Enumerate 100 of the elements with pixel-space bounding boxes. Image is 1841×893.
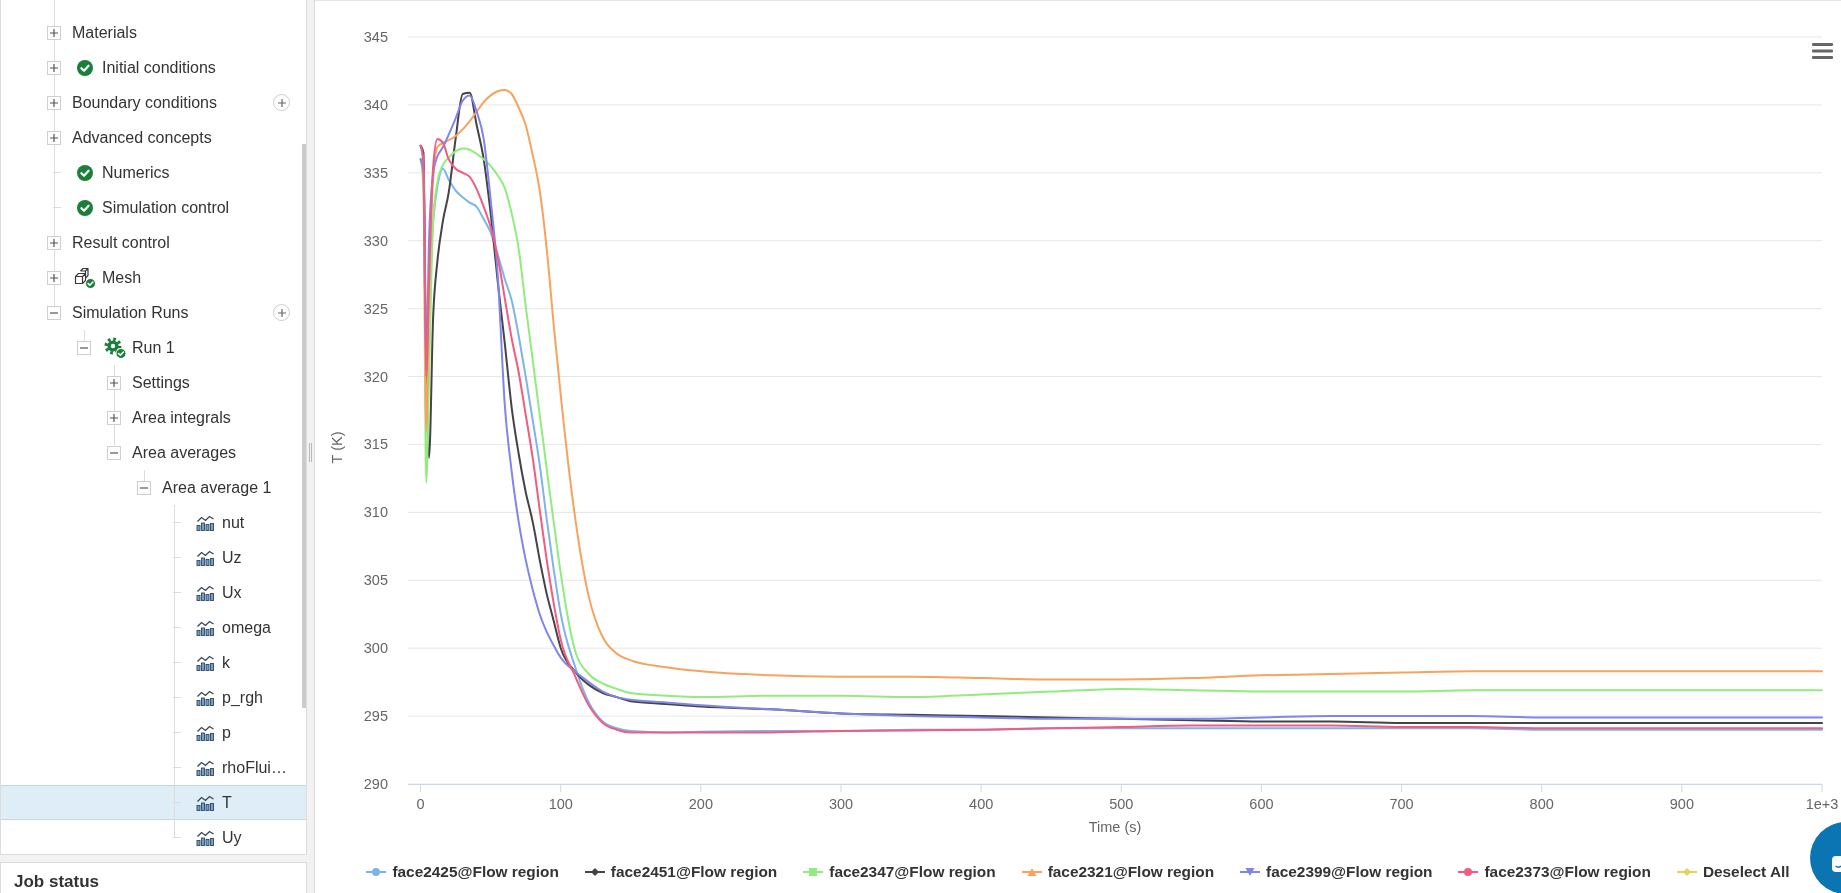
add-button[interactable]: [273, 94, 290, 111]
scrollbar-thumb[interactable]: [302, 144, 306, 708]
minus-icon: [50, 311, 58, 314]
legend-item[interactable]: face2321@Flow region: [1021, 862, 1215, 881]
tree-toggle[interactable]: [107, 445, 121, 460]
chat-icon: [1832, 856, 1841, 872]
tree-item[interactable]: Simulation control: [1, 190, 306, 225]
y-axis-title: T (K): [329, 431, 345, 464]
bar-chart-icon: [195, 689, 215, 706]
tree-item[interactable]: T: [1, 785, 306, 820]
minus-icon: [110, 451, 118, 454]
x-tick-label: 900: [1669, 796, 1694, 812]
legend-item[interactable]: face2399@Flow region: [1240, 862, 1433, 881]
tree-item[interactable]: Area averages: [1, 435, 306, 470]
bar-chart-icon: [195, 759, 215, 776]
tree-item[interactable]: Uy: [1, 820, 306, 854]
plus-icon: [50, 238, 58, 247]
bar-chart-icon: [195, 654, 215, 671]
check-circle-icon: [77, 199, 93, 216]
check-circle-icon: [77, 59, 93, 76]
menu-icon[interactable]: [1812, 43, 1833, 59]
tree-item[interactable]: p_rgh: [1, 680, 306, 715]
y-tick-label: 345: [363, 29, 388, 45]
tree-item[interactable]: Run 1: [1, 330, 306, 365]
tree-item[interactable]: Advanced concepts: [1, 120, 306, 155]
tree-toggle[interactable]: [107, 410, 121, 425]
x-tick-label: 800: [1529, 796, 1554, 812]
x-axis-title: Time (s): [1088, 819, 1142, 835]
add-button[interactable]: [273, 304, 290, 321]
chat-launcher-button[interactable]: [1810, 822, 1841, 893]
check-circle-icon: [77, 164, 93, 181]
panel-title: Job status: [14, 872, 100, 891]
tree-toggle[interactable]: [47, 270, 61, 285]
tree-toggle[interactable]: [107, 375, 121, 390]
y-tick-label: 305: [363, 572, 388, 589]
x-tick-label: 500: [1109, 796, 1134, 812]
legend-item[interactable]: face2347@Flow region: [803, 862, 996, 881]
x-tick-label: 700: [1389, 796, 1414, 812]
tree-item[interactable]: k: [1, 645, 306, 680]
plus-icon: [50, 63, 58, 72]
bar-chart-icon: [195, 829, 215, 846]
x-tick-label: 300: [828, 796, 854, 812]
tree-toggle[interactable]: [47, 25, 61, 40]
tree-toggle[interactable]: [47, 235, 61, 250]
tree-item[interactable]: Result control: [1, 225, 306, 260]
tree-item[interactable]: Area average 1: [1, 470, 306, 505]
diamond-marker-icon: [1676, 866, 1697, 877]
tree-item[interactable]: Settings: [1, 365, 306, 400]
tree-toggle[interactable]: [47, 60, 61, 75]
x-tick-label: 1e+3: [1805, 796, 1839, 812]
legend-item[interactable]: face2425@Flow region: [366, 862, 559, 881]
y-tick-label: 335: [363, 164, 388, 181]
tree-item[interactable]: Materials: [1, 15, 306, 50]
deselect-all-button[interactable]: Deselect All: [1676, 862, 1790, 881]
tree-item[interactable]: p: [1, 715, 306, 750]
y-tick-label: 325: [363, 300, 388, 317]
x-tick-label: 600: [1249, 796, 1274, 812]
tree-toggle[interactable]: [47, 130, 61, 145]
plus-icon: [277, 98, 286, 107]
plus-icon: [50, 28, 58, 37]
gear-icon: [103, 336, 127, 359]
plus-icon: [110, 413, 118, 422]
cubes-icon: [74, 266, 96, 289]
tree-item[interactable]: Boundary conditions: [1, 85, 306, 120]
legend-item[interactable]: face2451@Flow region: [584, 862, 778, 881]
tree-item[interactable]: Uz: [1, 540, 306, 575]
plus-icon: [110, 378, 118, 387]
x-tick-label: 100: [548, 796, 573, 812]
x-tick-label: 0: [416, 796, 425, 812]
tree-item[interactable]: nut: [1, 505, 306, 540]
tree-item[interactable]: Initial conditions: [1, 50, 306, 85]
tree-item[interactable]: Area integrals: [1, 400, 306, 435]
y-tick-label: 330: [363, 232, 388, 249]
bar-chart-icon: [195, 514, 215, 531]
y-tick-label: 300: [363, 640, 388, 657]
tree-item[interactable]: omega: [1, 610, 306, 645]
tree-toggle[interactable]: [47, 95, 61, 110]
y-tick-label: 315: [363, 436, 388, 453]
splitter-handle[interactable]: [309, 443, 312, 462]
bar-chart-icon: [195, 549, 215, 566]
tree-toggle[interactable]: [77, 340, 91, 355]
tree-item[interactable]: Simulation Runs: [1, 295, 306, 330]
tree-item[interactable]: Numerics: [1, 155, 306, 190]
tree-item[interactable]: rhoFlui…: [1, 750, 306, 785]
plus-icon: [50, 273, 58, 282]
tree-item[interactable]: Mesh: [1, 260, 306, 295]
bar-chart-icon: [195, 794, 215, 811]
minus-icon: [140, 486, 148, 489]
y-tick-label: 310: [363, 504, 388, 521]
bar-chart-icon: [195, 724, 215, 741]
y-tick-label: 340: [363, 96, 388, 113]
tree-toggle[interactable]: [137, 480, 151, 495]
x-tick-label: 400: [969, 796, 994, 812]
bar-chart-icon: [195, 619, 215, 636]
bar-chart-icon: [195, 584, 215, 601]
tree-toggle[interactable]: [47, 305, 61, 320]
tree-item[interactable]: Ux: [1, 575, 306, 610]
legend-item[interactable]: face2373@Flow region: [1458, 862, 1651, 881]
plus-icon: [50, 133, 58, 142]
plus-icon: [50, 98, 58, 107]
